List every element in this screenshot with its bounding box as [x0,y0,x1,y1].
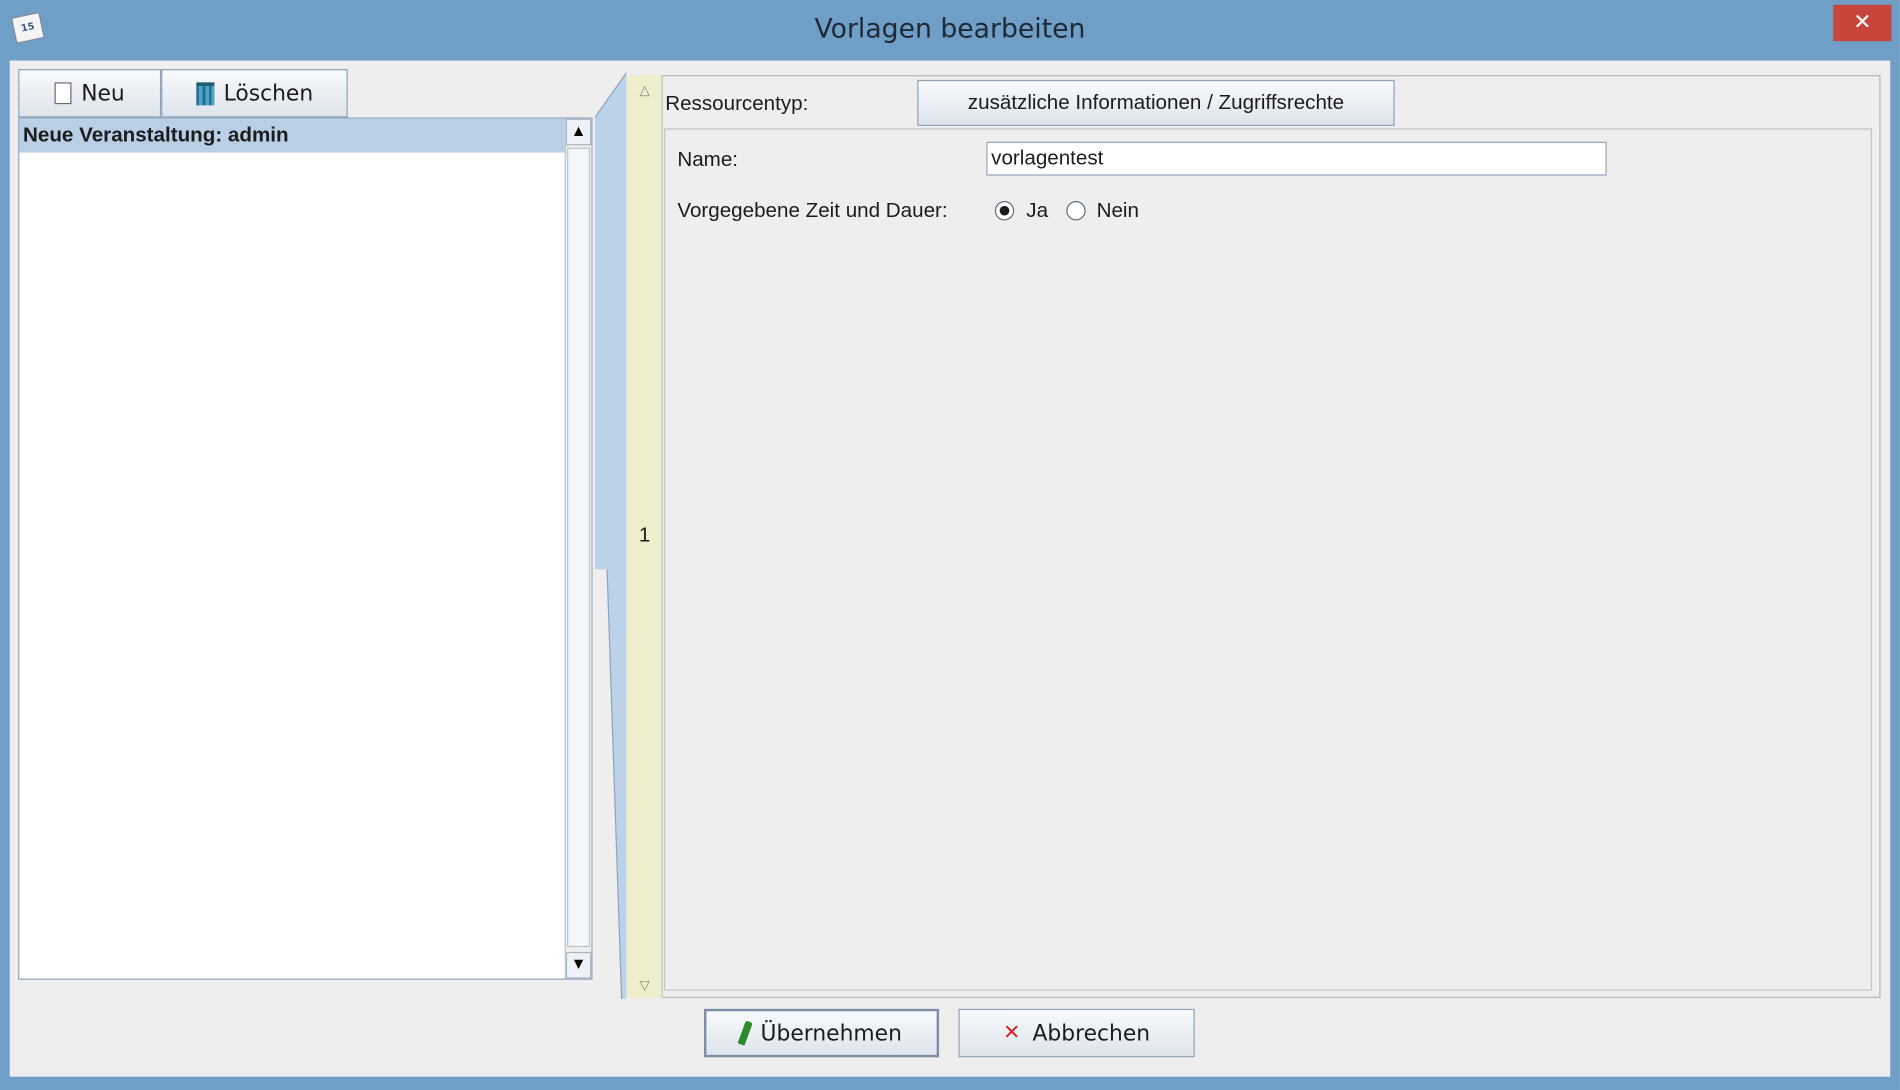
title-bar[interactable]: 15 Vorlagen bearbeiten ✕ [0,0,1900,61]
template-list[interactable]: Neue Veranstaltung: admin ▲ ▼ [18,117,593,980]
delete-template-button[interactable]: Löschen [161,69,348,118]
preset-time-no-label[interactable]: Nein [1097,199,1139,223]
preset-time-yes-radio[interactable] [994,201,1015,221]
dialog-window: 15 Vorlagen bearbeiten ✕ Neu Löschen Neu… [0,0,1900,1090]
template-form: Name: Vorgegebene Zeit und Dauer: Ja Nei… [664,128,1873,991]
delete-template-label: Löschen [223,80,314,106]
triangle-up-icon: ▲ [573,124,584,139]
new-template-label: Neu [81,80,125,106]
split-connector [594,72,627,1000]
close-button[interactable]: ✕ [1833,4,1892,42]
extra-info-button[interactable]: zusätzliche Informationen / Zugriffsrech… [917,79,1395,126]
resource-type-label: Ressourcentyp: [665,92,809,116]
preset-time-yes-label[interactable]: Ja [1026,199,1048,223]
name-label: Name: [677,147,739,171]
cancel-label: Abbrechen [1032,1020,1151,1046]
strip-down-icon[interactable]: ▽ [626,977,662,993]
scroll-thumb[interactable] [567,147,591,948]
template-editor-panel: Ressourcentyp: zusätzliche Informationen… [662,75,1881,998]
apply-label: Übernehmen [760,1020,902,1046]
triangle-down-icon: ▼ [573,957,584,972]
scroll-down-button[interactable]: ▼ [565,951,592,979]
x-icon: ✕ [1003,1020,1021,1046]
trash-icon [195,81,214,105]
preset-time-label: Vorgegebene Zeit und Dauer: [677,198,948,222]
name-input[interactable] [986,141,1607,176]
pen-icon [737,1020,753,1046]
document-icon [54,82,72,105]
list-scrollbar[interactable]: ▲ ▼ [564,118,592,979]
window-title: Vorlagen bearbeiten [814,14,1086,45]
page-side-strip[interactable]: △ 1 ▽ [626,75,663,998]
cancel-button[interactable]: ✕ Abbrechen [958,1008,1195,1058]
page-number: 1 [638,523,651,547]
new-template-button[interactable]: Neu [18,69,162,118]
apply-button[interactable]: Übernehmen [703,1008,940,1058]
dialog-content: Neu Löschen Neue Veranstaltung: admin ▲ … [9,60,1891,1077]
list-item[interactable]: Neue Veranstaltung: admin [19,118,565,153]
scroll-up-button[interactable]: ▲ [565,118,592,146]
preset-time-no-radio[interactable] [1066,201,1086,221]
strip-up-icon[interactable]: △ [626,82,662,98]
close-icon: ✕ [1853,9,1872,36]
